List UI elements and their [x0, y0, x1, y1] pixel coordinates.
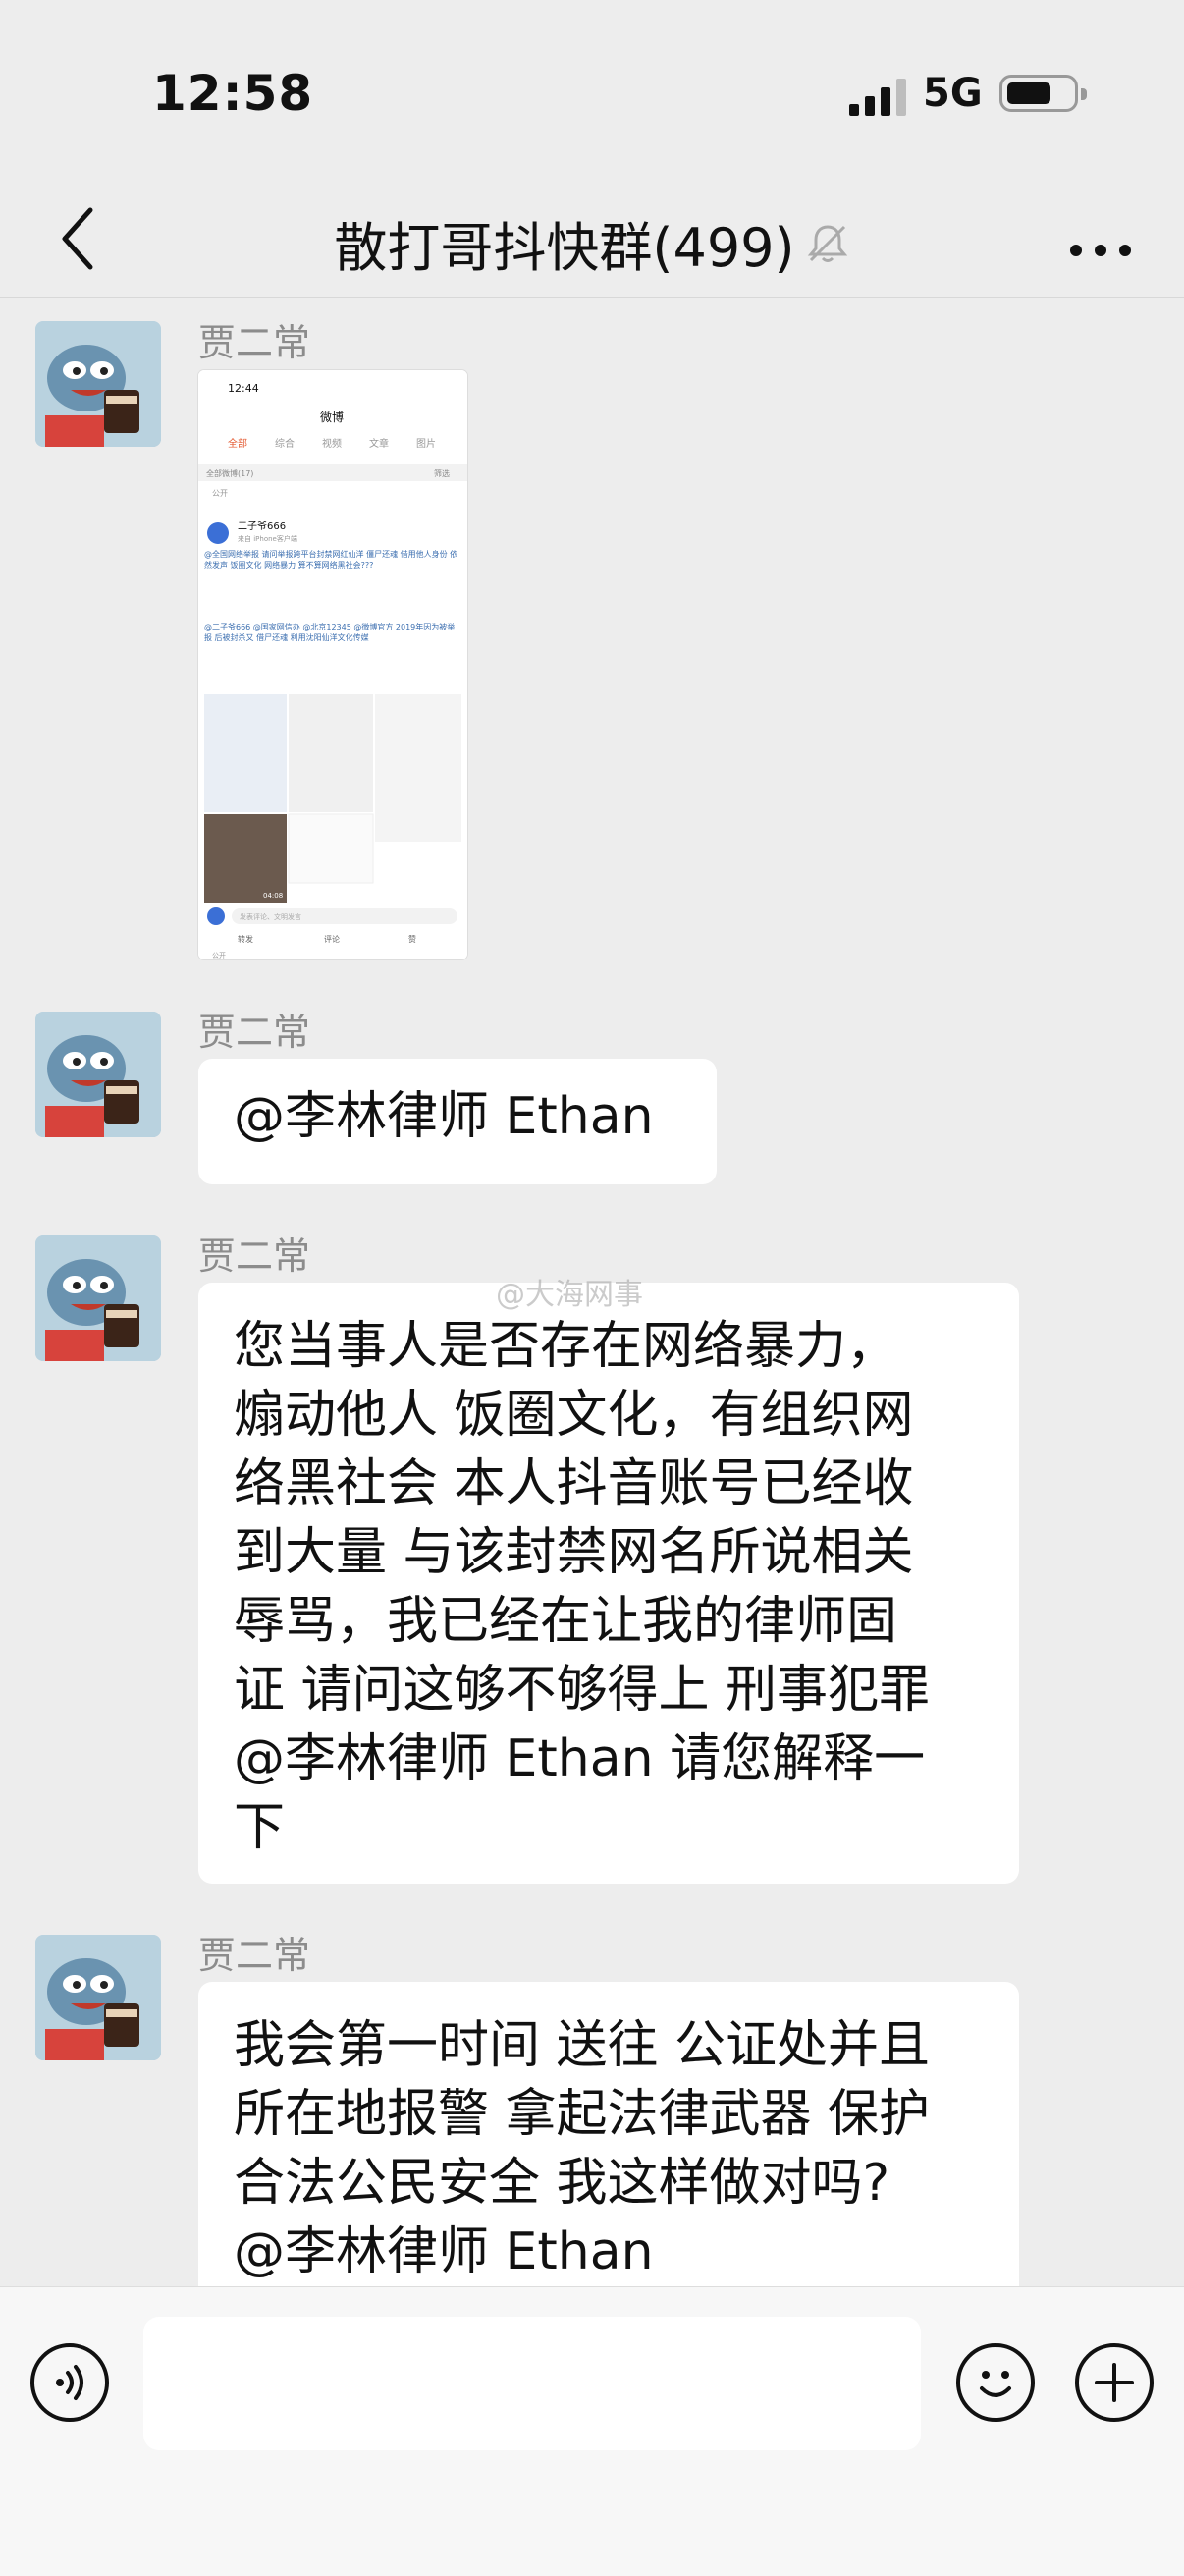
mute-bell-icon — [807, 224, 847, 262]
avatar[interactable] — [35, 321, 161, 447]
avatar[interactable] — [35, 1012, 161, 1137]
network-type: 5G — [923, 71, 983, 116]
message-bubble[interactable]: 您当事人是否存在网络暴力， 煽动他人 饭圈文化，有组织网 络黑社会 本人抖音账号… — [198, 1283, 1019, 1884]
thumb-action: 评论 — [324, 934, 340, 944]
smiley-icon — [980, 2371, 1011, 2397]
avatar[interactable] — [35, 1235, 161, 1361]
status-time: 12:58 — [152, 65, 314, 122]
battery-icon — [999, 75, 1087, 112]
thumb-post-1: @全国网络举报 请问举报跨平台封禁网红仙洋 僵尸还魂 借用他人身份 依然发声 饭… — [204, 550, 458, 570]
thumb-header: 微博 — [320, 410, 344, 424]
thumb-tab: 全部 — [228, 437, 247, 450]
thumb-time: 12:44 — [228, 382, 259, 395]
thumb-video-time: 04:08 — [263, 892, 283, 900]
thumb-comment-placeholder: 发表评论、文明发言 — [240, 912, 301, 921]
chat-header: 散打哥抖快群(499) — [0, 187, 1184, 295]
message-bubble[interactable]: 我会第一时间 送往 公证处并且 所在地报警 拿起法律武器 保护 合法公民安全 我… — [198, 1982, 1019, 2306]
thumb-tab: 综合 — [275, 437, 295, 450]
weibo-screenshot: 12:44 微博 全部 综合 视频 文章 图片 全部微博(17) 筛选 公开 二… — [198, 370, 467, 959]
plus-icon — [1095, 2363, 1134, 2402]
message-bubble[interactable]: @李林律师 Ethan — [198, 1059, 717, 1184]
sender-name: 贾二常 — [198, 1934, 311, 1977]
thumb-public: 公开 — [212, 489, 228, 498]
sender-name: 贾二常 — [198, 1011, 311, 1054]
watermark: @大海网事 — [496, 1278, 643, 1312]
thumb-tab: 文章 — [369, 437, 389, 450]
image-message[interactable]: 12:44 微博 全部 综合 视频 文章 图片 全部微博(17) 筛选 公开 二… — [198, 370, 467, 959]
thumb-user-meta: 来自 iPhone客户端 — [238, 534, 297, 543]
chat-title: 散打哥抖快群(499) — [334, 217, 795, 279]
avatar-mascot-icon — [35, 1935, 161, 2060]
thumb-tab: 图片 — [416, 437, 436, 450]
thumb-post-2: @二子爷666 @国家网信办 @北京12345 @微博官方 2019年因为被举报… — [204, 623, 456, 642]
voice-input-button[interactable] — [30, 2343, 109, 2422]
more-options-icon[interactable] — [1056, 206, 1145, 275]
add-attachment-button[interactable] — [1075, 2343, 1154, 2422]
sender-name: 贾二常 — [198, 1234, 311, 1278]
thumb-action: 赞 — [408, 934, 416, 944]
thumb-filter-action: 筛选 — [434, 468, 450, 478]
signal-icon — [849, 79, 906, 116]
emoji-button[interactable] — [956, 2343, 1035, 2422]
avatar[interactable] — [35, 1935, 161, 2060]
sender-name: 贾二常 — [198, 321, 311, 364]
message-input[interactable] — [143, 2317, 921, 2450]
voice-icon — [56, 2365, 83, 2400]
chat-input-bar — [0, 2286, 1184, 2576]
thumb-filter: 全部微博(17) — [206, 468, 253, 478]
header-divider — [0, 297, 1184, 298]
status-bar: 12:58 5G — [0, 0, 1184, 187]
thumb-public: 公开 — [212, 952, 226, 959]
avatar-mascot-icon — [35, 1235, 161, 1361]
thumb-user: 二子爷666 — [238, 520, 286, 532]
avatar-mascot-icon — [35, 321, 161, 447]
thumb-action: 转发 — [238, 934, 253, 944]
avatar-mascot-icon — [35, 1012, 161, 1137]
thumb-tab: 视频 — [322, 437, 342, 450]
